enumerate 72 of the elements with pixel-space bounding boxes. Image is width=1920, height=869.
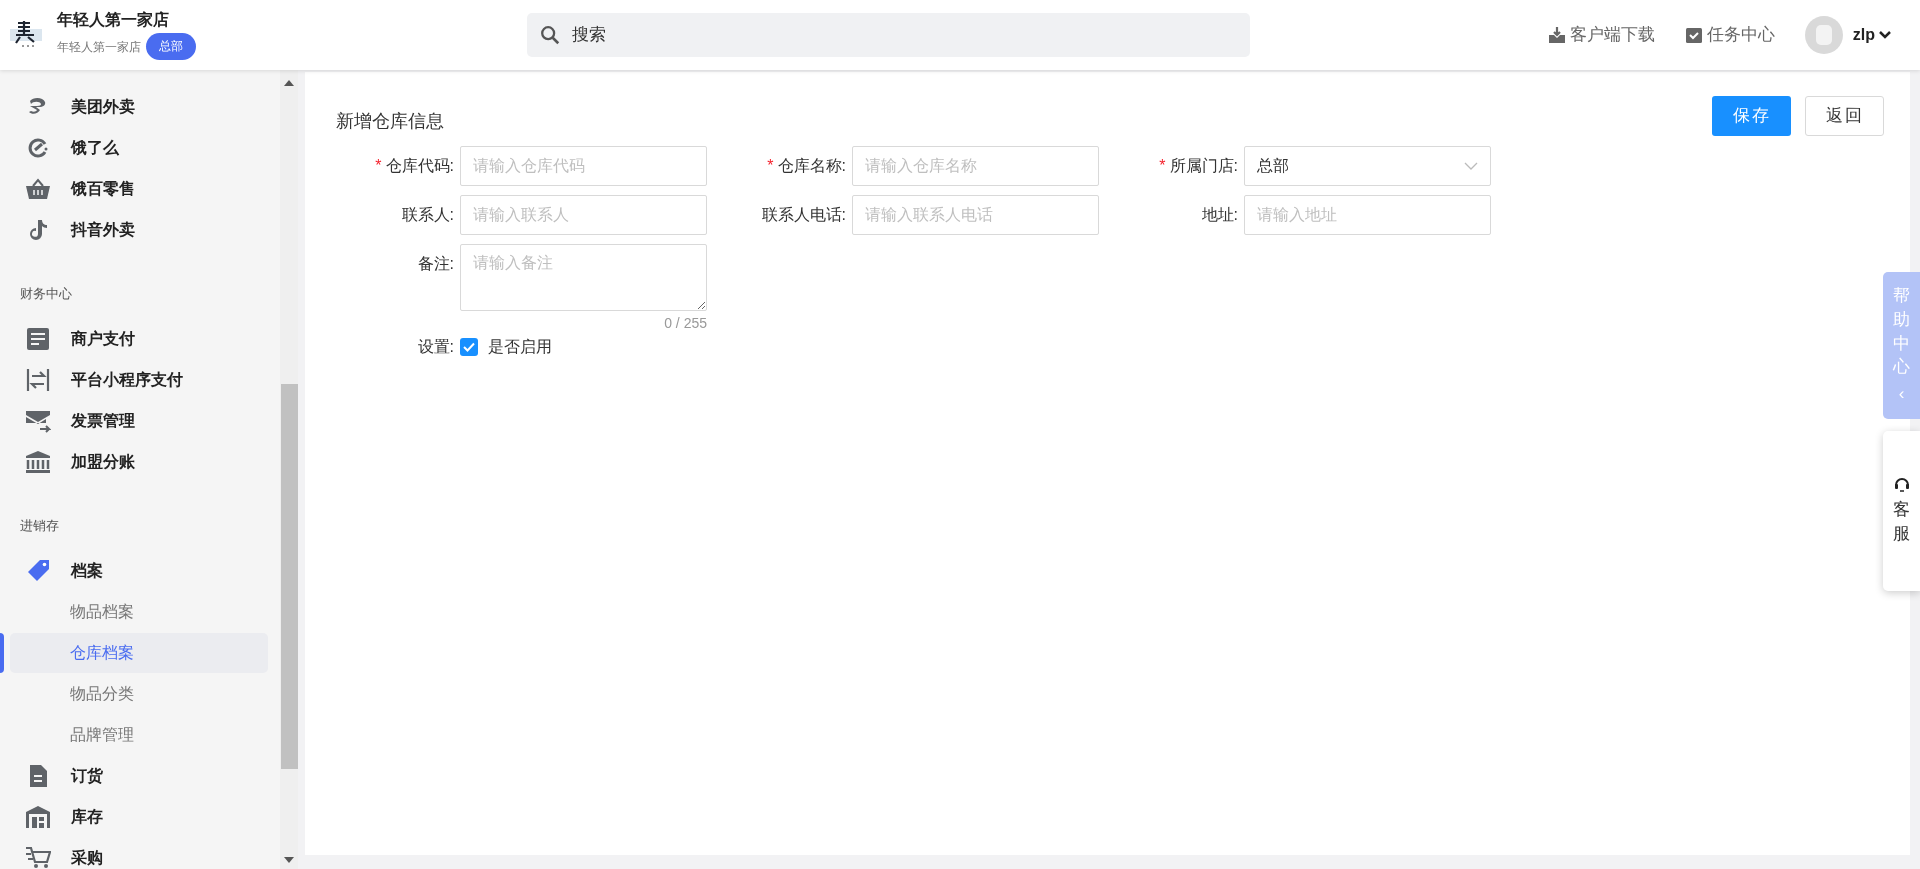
warehouse-icon	[25, 804, 51, 829]
input-field[interactable]: 请输入仓库名称	[852, 146, 1099, 186]
sidebar-item[interactable]: 饿百零售	[0, 168, 280, 209]
sidebar-item[interactable]: 美团外卖	[0, 86, 280, 127]
checkbox[interactable]	[460, 338, 478, 356]
headset-icon	[1893, 475, 1910, 492]
store-select[interactable]: 总部	[1244, 146, 1491, 186]
sidebar-scrollbar[interactable]	[280, 70, 298, 869]
sidebar-item[interactable]: 加盟分账	[0, 441, 280, 482]
field-label: 仓库名称:	[777, 156, 846, 176]
store-subtitle: 年轻人第一家店	[57, 38, 141, 56]
field-label: 设置:	[416, 337, 455, 357]
headquarters-badge: 总部	[146, 33, 196, 60]
sidebar-item[interactable]: 采购	[0, 837, 280, 869]
tag-icon	[26, 558, 50, 583]
form-title: 新增仓库信息	[336, 109, 444, 133]
sidebar-subitem[interactable]: 仓库档案	[10, 632, 268, 673]
sidebar-item[interactable]: 发票管理	[0, 400, 280, 441]
chevron-down-icon	[1464, 162, 1478, 170]
sidebar-subitem[interactable]: 品牌管理	[10, 714, 268, 755]
scroll-up-icon[interactable]	[284, 80, 294, 86]
enable-checkbox[interactable]: 是否启用	[460, 335, 552, 359]
character-counter: 0 / 255	[664, 314, 707, 333]
store-name: 年轻人第一家店	[57, 10, 170, 30]
basket-icon	[25, 176, 51, 201]
required-mark: *	[767, 156, 774, 176]
input-field[interactable]: 请输入联系人电话	[852, 195, 1099, 235]
field-label: 备注:	[417, 254, 454, 274]
collapse-arrow: ‹	[1898, 383, 1905, 406]
sidebar-item[interactable]: 平台小程序支付	[0, 359, 280, 400]
required-mark: *	[375, 156, 382, 176]
download-icon	[1547, 26, 1566, 44]
sidebar-item[interactable]: 库存	[0, 796, 280, 837]
sidebar-subitem[interactable]: 物品分类	[10, 673, 268, 714]
field-label: 联系人电话:	[761, 205, 846, 225]
section-title: 进销存	[19, 517, 60, 535]
sidebar-item[interactable]: 档案	[0, 550, 280, 591]
cart-icon	[25, 845, 51, 869]
field-label: 所属门店:	[1169, 156, 1238, 176]
customer-service-tab[interactable]: 客服	[1883, 430, 1920, 591]
check-icon	[463, 342, 475, 352]
bank-icon	[25, 449, 51, 474]
required-mark: *	[1159, 156, 1166, 176]
document-icon	[26, 326, 50, 351]
customer-service-label: 客服	[1893, 498, 1910, 545]
download-link[interactable]: 客户端下载	[1547, 22, 1655, 48]
back-button[interactable]: 返回	[1805, 96, 1884, 136]
chevron-down-icon	[1878, 30, 1892, 40]
sidebar-item[interactable]: 抖音外卖	[0, 209, 280, 250]
field-label: 联系人:	[401, 205, 454, 225]
swap-arrows-icon	[26, 367, 50, 392]
field-label: 地址:	[1201, 205, 1238, 225]
scroll-down-icon[interactable]	[284, 857, 294, 863]
input-field[interactable]: 请输入仓库代码	[460, 146, 707, 186]
remarks-field[interactable]: 请输入备注	[460, 244, 707, 311]
sidebar-subitem[interactable]: 物品档案	[10, 591, 268, 632]
sidebar-item[interactable]: 饿了么	[0, 127, 280, 168]
input-field[interactable]: 请输入联系人	[460, 195, 707, 235]
clipboard-check-icon	[1684, 26, 1703, 44]
tasks-link[interactable]: 任务中心	[1684, 22, 1775, 48]
e-letter-icon	[26, 135, 50, 160]
user-menu[interactable]: zlp	[1852, 23, 1892, 47]
sidebar-item[interactable]: 商户支付	[0, 318, 280, 359]
section-title: 财务中心	[19, 285, 73, 303]
input-field[interactable]: 请输入地址	[1244, 195, 1491, 235]
mail-arrow-icon	[25, 408, 51, 433]
search-icon	[539, 24, 561, 46]
field-label: 仓库代码:	[385, 156, 454, 176]
document-icon	[28, 763, 48, 788]
sidebar-item[interactable]: 订货	[0, 755, 280, 796]
search-field[interactable]: 搜索	[527, 13, 1250, 57]
help-center-label: 帮助中心	[1893, 285, 1910, 379]
